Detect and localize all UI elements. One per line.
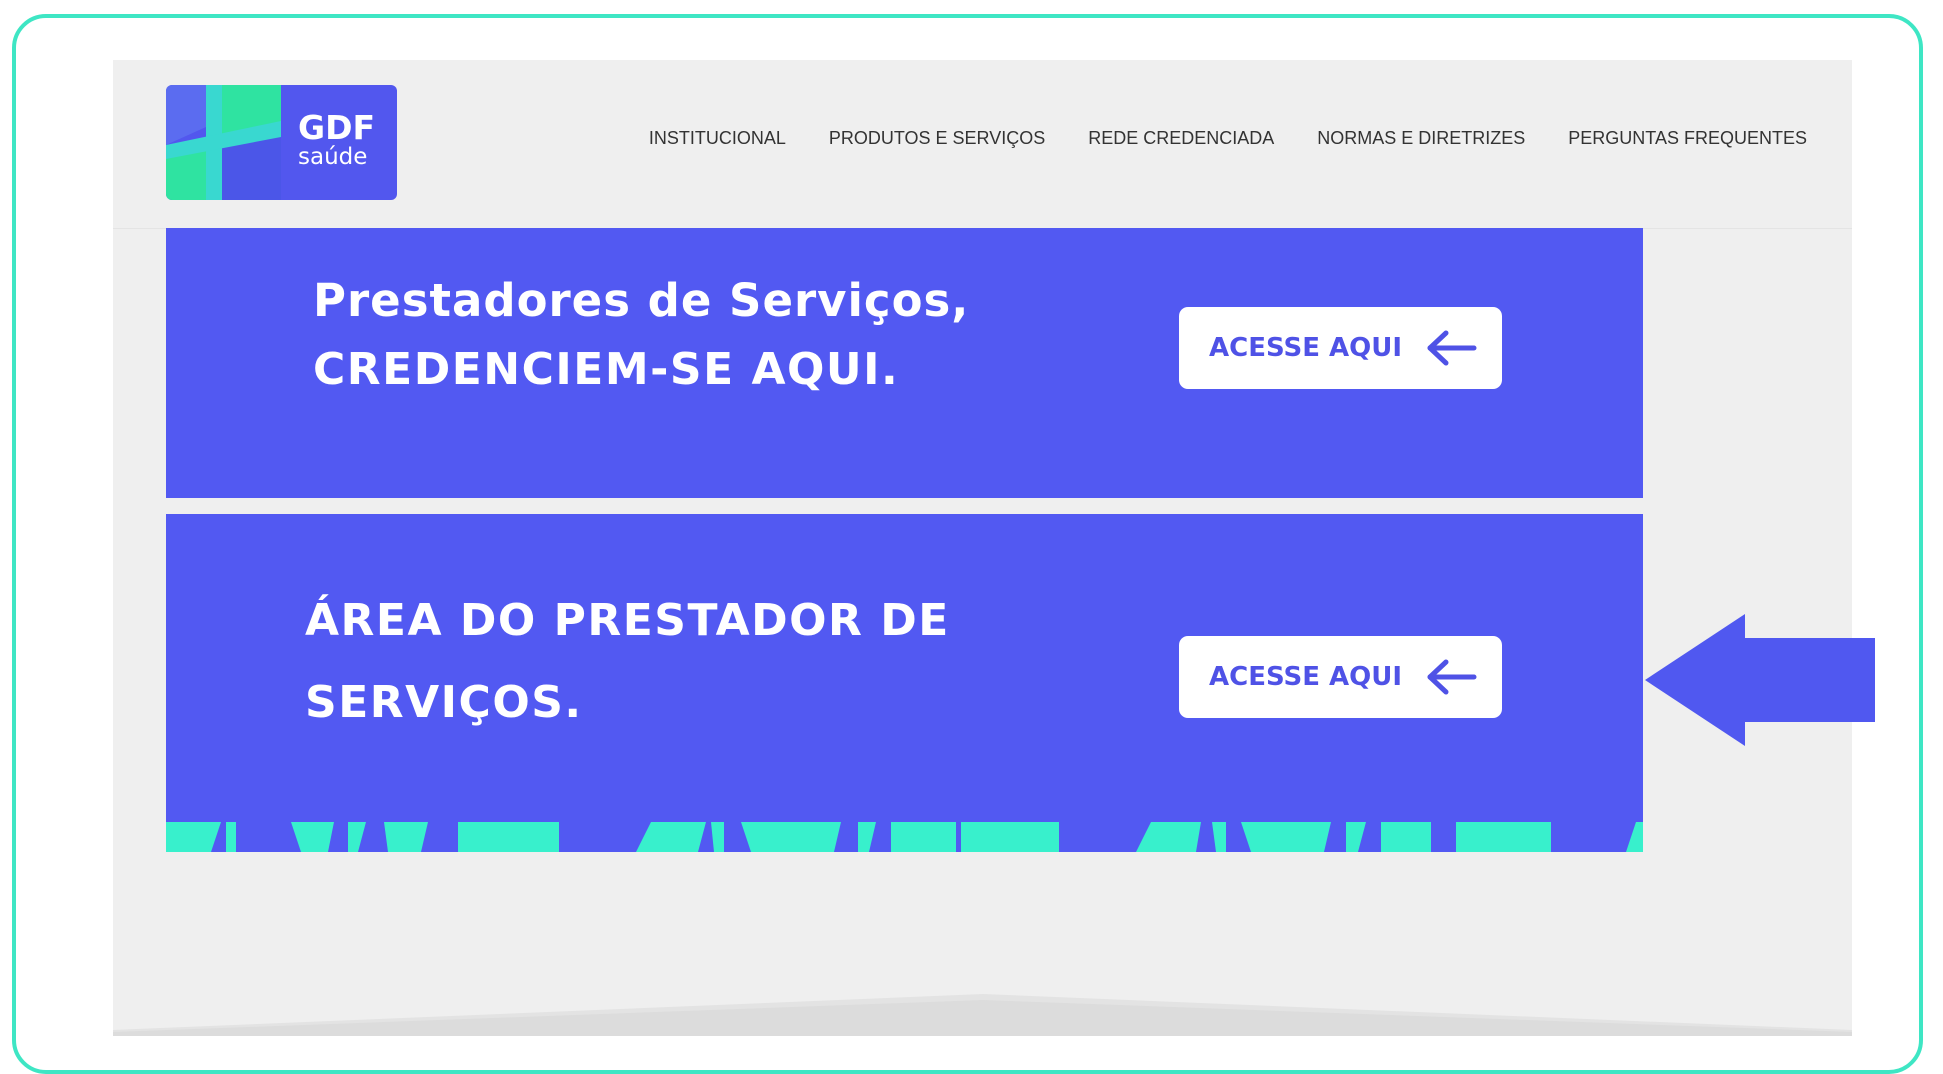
decorative-stripe xyxy=(166,822,1643,852)
banner-title-line1: ÁREA DO PRESTADOR DE xyxy=(305,595,950,646)
area-prestador-access-button[interactable]: ACESSE AQUI xyxy=(1179,636,1502,718)
nav-item-produtos-servicos[interactable]: PRODUTOS E SERVIÇOS xyxy=(829,128,1045,149)
button-label: ACESSE AQUI xyxy=(1209,333,1403,363)
nav-item-normas-diretrizes[interactable]: NORMAS E DIRETRIZES xyxy=(1317,128,1525,149)
credenciamento-access-button[interactable]: ACESSE AQUI xyxy=(1179,307,1502,389)
banner-title-line1: Prestadores de Serviços, xyxy=(313,274,970,327)
banner-title-line2: SERVIÇOS. xyxy=(305,677,583,728)
button-label: ACESSE AQUI xyxy=(1209,662,1403,692)
logo-wordmark: GDF xyxy=(298,108,376,147)
logo-subtitle: saúde xyxy=(298,144,368,170)
gdf-saude-logo[interactable]: GDF saúde xyxy=(166,85,397,200)
nav-item-rede-credenciada[interactable]: REDE CREDENCIADA xyxy=(1088,128,1274,149)
arrow-left-icon xyxy=(1424,328,1478,368)
page-fold-shadow xyxy=(113,994,1852,1036)
credenciamento-banner: Prestadores de Serviços, CREDENCIEM-SE A… xyxy=(166,228,1643,498)
nav-item-institucional[interactable]: INSTITUCIONAL xyxy=(649,128,786,149)
website-screenshot: GDF saúde INSTITUCIONAL PRODUTOS E SERVI… xyxy=(113,60,1852,1036)
nav-item-perguntas-frequentes[interactable]: PERGUNTAS FREQUENTES xyxy=(1568,128,1807,149)
pointer-arrow-icon xyxy=(1645,614,1875,746)
main-nav: INSTITUCIONAL PRODUTOS E SERVIÇOS REDE C… xyxy=(606,128,1807,149)
arrow-left-icon xyxy=(1424,657,1478,697)
site-header: GDF saúde INSTITUCIONAL PRODUTOS E SERVI… xyxy=(113,60,1852,229)
area-prestador-banner: ÁREA DO PRESTADOR DE SERVIÇOS. ACESSE AQ… xyxy=(166,514,1643,852)
banner-title-line2: CREDENCIEM-SE AQUI. xyxy=(313,344,900,395)
